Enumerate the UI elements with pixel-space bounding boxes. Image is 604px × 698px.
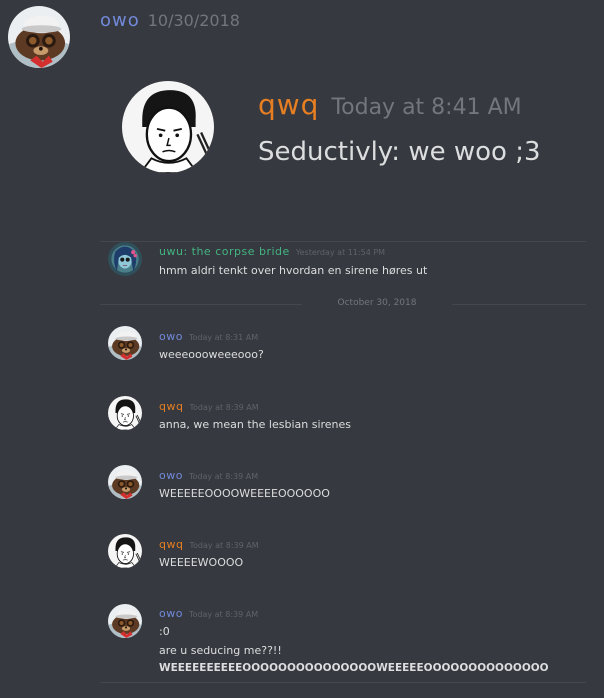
date-divider: October 30, 2018 [100, 298, 586, 310]
owo-avatar [108, 465, 142, 499]
message-header: owo Today at 8:31 AM [159, 330, 258, 343]
qwq-avatar [108, 396, 142, 430]
message-timestamp: Today at 8:39 AM [189, 403, 259, 412]
message-text: are u seducing me??!! [159, 644, 282, 657]
otter-pilot-avatar-image [108, 604, 142, 638]
author-name: owo [159, 469, 183, 482]
quoted-message-text: Seductivly: we woo ;3 [258, 137, 541, 167]
sketch-face-avatar-image [108, 534, 142, 568]
message-text: weeeoooweeeooo? [159, 348, 264, 361]
message-timestamp: Today at 8:31 AM [188, 333, 259, 342]
message-header: owo Today at 8:39 AM [159, 607, 258, 620]
outer-timestamp: 10/30/2018 [147, 11, 240, 30]
sketch-face-avatar-image [108, 396, 142, 430]
sketch-face-avatar-image [122, 81, 214, 173]
uwu-avatar [108, 242, 142, 276]
message-timestamp: Today at 8:39 AM [188, 610, 259, 619]
message-text: WEEEEEEEEEEOOOOOOOOOOOOOOOWEEEEEOOOOOOOO… [159, 662, 549, 674]
otter-pilot-avatar-image [8, 6, 70, 68]
owo-avatar [108, 326, 142, 360]
message-timestamp: Yesterday at 11:54 PM [295, 248, 386, 257]
message-text: WEEEEEOOOOWEEEEOOOOOO [159, 487, 330, 500]
owo-avatar [108, 604, 142, 638]
quoted-timestamp: Today at 8:41 AM [331, 95, 522, 120]
message-timestamp: Today at 8:39 AM [189, 541, 259, 550]
author-name: uwu: the corpse bride [159, 245, 290, 258]
message-timestamp: Today at 8:39 AM [188, 472, 259, 481]
message-header: qwq Today at 8:39 AM [159, 400, 259, 413]
author-name: owo [159, 607, 183, 620]
top-border-line [100, 241, 586, 242]
quoted-author-name: qwq [258, 88, 320, 121]
date-divider-label: October 30, 2018 [302, 298, 452, 308]
message-header: uwu: the corpse bride Yesterday at 11:54… [159, 245, 385, 258]
author-name: owo [159, 330, 183, 343]
author-name: qwq [159, 400, 184, 413]
owo-avatar[interactable] [8, 6, 70, 68]
message-text: anna, we mean the lesbian sirenes [159, 418, 352, 431]
otter-pilot-avatar-image [108, 465, 142, 499]
message-text: :0 [159, 625, 170, 638]
message-text: hmm aldri tenkt over hvordan en sirene h… [159, 264, 428, 277]
author-name: qwq [159, 538, 184, 551]
otter-pilot-avatar-image [108, 326, 142, 360]
message-header: owo Today at 8:39 AM [159, 469, 258, 482]
outer-message-header: owo 10/30/2018 [100, 10, 240, 34]
qwq-avatar [108, 534, 142, 568]
outer-author-name[interactable]: owo [100, 10, 140, 31]
message-header: qwq Today at 8:39 AM [159, 538, 259, 551]
embedded-chat-screenshot: uwu: the corpse bride Yesterday at 11:54… [100, 238, 586, 686]
quoted-header: qwq Today at 8:41 AM [258, 88, 522, 121]
message-text: WEEEEWOOOO [159, 556, 244, 569]
bottom-border-line [100, 682, 586, 683]
quoted-avatar [122, 81, 214, 173]
corpse-bride-avatar-image [108, 242, 142, 276]
